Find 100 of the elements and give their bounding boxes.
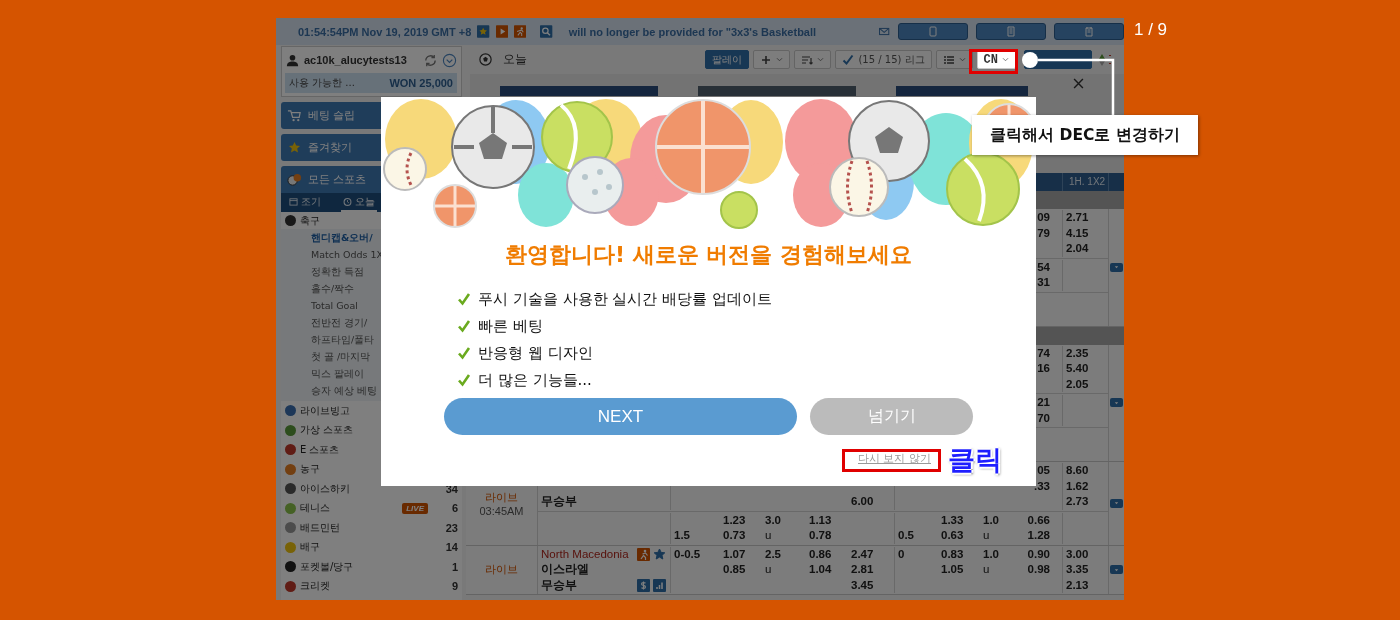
sport-icon (285, 215, 296, 226)
odds-value: u (982, 562, 991, 577)
feature-text: 푸시 기술을 사용한 실시간 배당률 업데이트 (478, 289, 772, 309)
odds-value: 8.60 (1065, 463, 1090, 478)
check-icon (457, 346, 471, 360)
sport-item[interactable]: 농구 (281, 459, 462, 479)
feature-text: 빠른 베팅 (478, 316, 543, 336)
close-icon[interactable] (1073, 78, 1084, 89)
sport-item[interactable]: 배구 14 (281, 537, 462, 557)
sport-item[interactable]: 포켓볼/당구 1 (281, 557, 462, 577)
odds-value: 16 (1036, 361, 1050, 376)
calendar-icon (289, 197, 298, 206)
odds-value: 05 (1036, 463, 1050, 478)
dont-show-again-link[interactable]: 다시 보지 않기 (858, 451, 931, 466)
league-filter-button[interactable]: (15 / 15) 리그 (835, 50, 932, 69)
star-icon[interactable] (653, 547, 666, 561)
balance-label: 사용 가능한 ... (289, 76, 355, 90)
event-count: 23 (444, 521, 458, 534)
odds-value: 2.04 (1065, 241, 1090, 256)
sport-item[interactable]: E 스포츠 (281, 440, 462, 460)
user-icon (285, 52, 300, 68)
sport-icon (285, 580, 296, 592)
odds-value: 1.13 (808, 512, 833, 528)
sport-item[interactable]: 축구 (281, 212, 462, 229)
page-title: 오늘 (503, 51, 528, 68)
odds-value: 0.90 (1026, 546, 1050, 562)
phone-icon (928, 26, 939, 37)
team-name: 이스라엘 (541, 562, 590, 577)
event-count: 14 (444, 541, 458, 554)
list-icon (942, 53, 955, 66)
dollar-icon[interactable] (637, 578, 650, 592)
check-icon (457, 319, 471, 333)
odds-value: 1.04 (808, 562, 833, 577)
document-icon (1006, 26, 1017, 37)
check-icon (457, 373, 471, 387)
odds-value: 1.28 (1026, 528, 1050, 543)
search-icon[interactable] (540, 24, 553, 39)
odds-value: 2.35 (1065, 345, 1090, 361)
odds-value: 5.40 (1065, 361, 1090, 376)
odds-value: 0.63 (940, 528, 965, 543)
sports-header-title: 모든 스포츠 (308, 172, 367, 187)
runner-icon[interactable] (637, 547, 650, 561)
dialog-title: 환영합니다! 새로운 버전을 경험해보세요 (505, 241, 912, 269)
clock-icon (343, 197, 352, 206)
balloon (518, 163, 574, 227)
date-time: 01:54:54PM Nov 19, 2019 GMT +8 (298, 25, 472, 38)
caret-icon (958, 57, 966, 62)
news-ticker: will no longer be provided for "3x3's Basketball (568, 25, 817, 38)
toolbar-button[interactable]: 팔레이 (705, 50, 750, 69)
odds-value: 2.5 (764, 546, 782, 562)
dropdown-button[interactable] (1110, 498, 1123, 508)
odds-value: 0.83 (940, 546, 965, 562)
odds-value: 2.05 (1065, 376, 1090, 392)
sport-icon (285, 541, 296, 553)
caret-icon (1114, 400, 1119, 405)
caret-icon (1114, 567, 1119, 572)
dropdown-button[interactable] (1110, 262, 1123, 272)
ball-icon (566, 156, 624, 214)
balance-amount: WON 25,000 (389, 77, 453, 89)
odds-value: 79 (1036, 225, 1050, 241)
ball-icon (383, 147, 427, 191)
runner-icon[interactable] (514, 24, 527, 39)
check-icon (842, 53, 855, 66)
odds-value: 3.00 (1065, 546, 1090, 562)
odds-value: 74 (1036, 345, 1050, 361)
odds-value: 3.0 (764, 512, 782, 528)
chevron-down-icon[interactable] (442, 52, 457, 68)
odds-value: 1.05 (940, 562, 965, 577)
refresh-icon[interactable] (423, 52, 438, 68)
sport-item[interactable]: 테니스 LIVE 6 (281, 498, 462, 518)
odds-value: 1.5 (673, 528, 691, 543)
play-icon[interactable] (495, 24, 508, 39)
odds-value: 1.0 (982, 546, 1000, 562)
next-button[interactable]: NEXT (444, 398, 797, 435)
odds-value: 2.13 (1065, 577, 1090, 593)
odds-value: u (764, 528, 773, 543)
soccer-ball-icon (478, 52, 493, 67)
sport-item[interactable]: 크리켓 9 (281, 576, 462, 596)
callout-label: 클릭해서 DEC로 변경하기 (972, 115, 1198, 155)
dropdown-button[interactable] (1110, 565, 1123, 575)
odds-value: 2.81 (850, 562, 875, 577)
bar-chart-icon[interactable] (653, 578, 666, 592)
team-name: 무승부 (541, 577, 578, 593)
caret-icon (1002, 57, 1009, 62)
odds-value: 0.73 (722, 528, 747, 543)
event-count: 1 (450, 560, 458, 573)
sport-item[interactable]: 배드민턴 23 (281, 518, 462, 538)
odds-value: 0.98 (1026, 562, 1050, 577)
ball-icon (829, 157, 889, 217)
odds-value: 1.23 (722, 512, 747, 528)
dropdown-button[interactable] (1110, 398, 1123, 408)
odds-value: 70 (1036, 410, 1050, 426)
menu-button[interactable] (753, 50, 791, 69)
odds-value: 0-0.5 (673, 546, 702, 562)
caret-icon (1114, 501, 1119, 506)
sport-icon (285, 424, 296, 436)
sport-icon (285, 502, 296, 514)
tab[interactable]: 조기 (287, 193, 323, 212)
odds-value: u (982, 528, 991, 543)
menu-button[interactable] (794, 50, 832, 69)
